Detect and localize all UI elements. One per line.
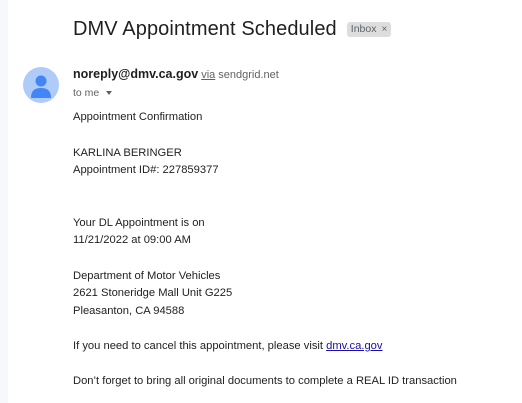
sender-row: noreply@dmv.ca.gov via sendgrid.net xyxy=(73,67,279,81)
person-icon xyxy=(31,75,51,98)
label-text: Inbox xyxy=(350,23,377,35)
appointment-id: Appointment ID#: 227859377 xyxy=(73,164,219,176)
office-street: 2621 Stoneridge Mall Unit G225 xyxy=(73,287,233,299)
chevron-down-icon[interactable] xyxy=(106,91,113,95)
dl-appointment-line: Your DL Appointment is on xyxy=(73,217,205,229)
inbox-label-chip[interactable]: Inbox × xyxy=(346,21,392,37)
office-name: Department of Motor Vehicles xyxy=(73,270,221,282)
recipient-name: KARLINA BERINGER xyxy=(73,147,182,159)
sender-email[interactable]: noreply@dmv.ca.gov xyxy=(73,67,198,81)
real-id-reminder: Don’t forget to bring all original docum… xyxy=(73,375,457,387)
recipient-details-toggle[interactable]: to me xyxy=(73,87,113,99)
dmv-link[interactable]: dmv.ca.gov xyxy=(326,340,382,352)
via-link[interactable]: via xyxy=(201,69,215,81)
close-icon[interactable]: × xyxy=(381,24,387,35)
sender-avatar[interactable] xyxy=(23,67,59,103)
cancel-line: If you need to cancel this appointment, … xyxy=(73,340,383,352)
via-domain: sendgrid.net xyxy=(218,69,279,81)
appointment-datetime: 11/21/2022 at 09:00 AM xyxy=(73,234,191,246)
recipient-text: to me xyxy=(73,87,100,99)
email-subject: DMV Appointment Scheduled xyxy=(73,17,337,40)
left-rail xyxy=(0,0,8,403)
office-city: Pleasanton, CA 94588 xyxy=(73,305,185,317)
body-heading: Appointment Confirmation xyxy=(73,111,203,123)
subject-row: DMV Appointment Scheduled Inbox × xyxy=(73,16,392,42)
cancel-text: If you need to cancel this appointment, … xyxy=(73,340,327,352)
